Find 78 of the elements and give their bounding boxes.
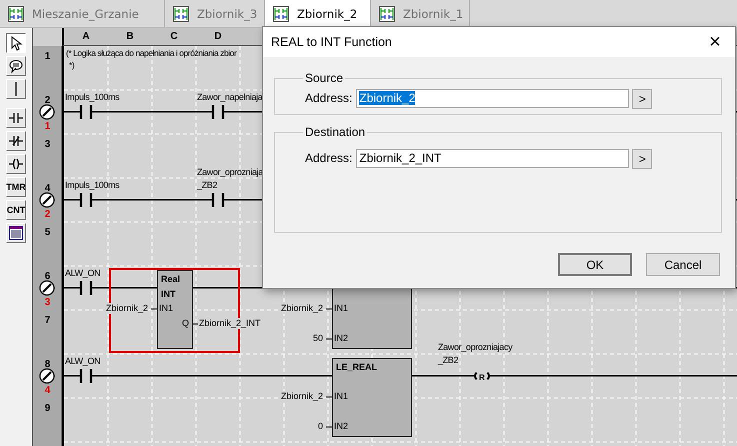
operand-label: Zbiornik_2 (280, 391, 323, 402)
column-header: B (125, 31, 135, 42)
speech-bubble-icon (8, 58, 24, 74)
dialog-button[interactable]: Cancel (646, 253, 720, 276)
row-number: 9 (44, 403, 52, 414)
pin-label: IN2 (334, 421, 348, 432)
row-number: 6 (44, 271, 52, 282)
rung-number: 4 (44, 385, 52, 396)
ladder-icon (273, 6, 289, 22)
coil-label: Zawor_oprozniajacy _ZB2 (438, 341, 512, 367)
browse-button[interactable]: > (632, 89, 652, 109)
comment-text: (* Logika służąca do napełniania i opróżniania zbior (66, 47, 236, 60)
block-title: Real INT (161, 273, 180, 301)
column-header: A (81, 31, 91, 42)
group-title: Source (304, 71, 344, 85)
contact-label: Impuls_100ms (65, 179, 120, 192)
contact-label: ALW_ON (65, 355, 100, 368)
contact-label: ALW_ON (65, 267, 100, 280)
block-title: LE_REAL (336, 361, 378, 374)
row-number: 7 (44, 315, 52, 326)
tool-button[interactable] (6, 33, 26, 53)
pin-label: IN2 (334, 333, 348, 344)
contact-icon (79, 280, 93, 296)
pin-label: IN1 (159, 303, 174, 314)
coil: R (474, 370, 490, 382)
rung-number: 1 (44, 121, 52, 132)
row-number: 3 (44, 139, 52, 150)
close-button[interactable]: × (695, 27, 735, 57)
tab[interactable]: Zbiornik_2 (265, 0, 371, 27)
ladder-icon (379, 6, 395, 22)
rung-number: 2 (44, 209, 52, 220)
slashed-circle-icon (39, 192, 55, 208)
row-number: 8 (44, 359, 52, 370)
row-number: 1 (44, 51, 52, 62)
vertical-line-icon (15, 82, 17, 96)
slashed-circle-icon (39, 368, 55, 384)
operand-label: Zbiornik_2_INT (199, 318, 261, 329)
contact-label: Zawor_napelniaja (197, 91, 262, 104)
address-field[interactable]: Zbiornik_2_INT (356, 149, 630, 168)
row-number: 2 (44, 95, 52, 106)
field-label: Address: (305, 150, 352, 166)
column-header: C (169, 31, 179, 42)
coil-icon (8, 156, 24, 172)
contact-icon (79, 104, 93, 120)
contact-label: Impuls_100ms (65, 91, 120, 104)
tool-button[interactable]: CNT (6, 200, 26, 220)
dialog-title: REAL to INT Function (271, 35, 392, 49)
operand-label: 50 (312, 333, 323, 344)
contact-icon (79, 368, 93, 384)
contact-nc-icon (8, 133, 24, 149)
contact-label: Zawor_oprozniaja _ZB2 (197, 166, 263, 192)
rung-number: 3 (44, 297, 52, 308)
row-number: 5 (44, 227, 52, 238)
row-number: 4 (44, 183, 52, 194)
group-title: Destination (304, 125, 366, 139)
address-field[interactable]: Zbiornik_2 (356, 89, 630, 108)
column-header: D (213, 31, 223, 42)
comment-text: *) (69, 59, 74, 72)
operand-label: Zbiornik_2 (280, 303, 323, 314)
tool-button[interactable]: TMR (6, 177, 26, 197)
operand-label: Zbiornik_2 (106, 303, 148, 314)
contact-icon (79, 192, 93, 208)
list-icon (8, 225, 24, 241)
pin-label: IN1 (334, 303, 348, 314)
field-label: Address: (305, 90, 352, 106)
dialog-button[interactable]: OK (558, 253, 632, 276)
rung-line (412, 375, 474, 377)
slashed-circle-icon (39, 104, 55, 120)
pin-label: Q (182, 318, 189, 329)
slashed-circle-icon (39, 280, 55, 296)
ladder-icon (8, 6, 24, 22)
rung-line (91, 287, 157, 289)
contact-icon (8, 110, 24, 126)
operand-label: 0 (318, 421, 323, 432)
pin-label: IN1 (334, 391, 348, 402)
ladder-icon (173, 6, 189, 22)
browse-button[interactable]: > (632, 149, 652, 169)
tab[interactable]: Mieszanie_Grzanie (0, 0, 165, 27)
